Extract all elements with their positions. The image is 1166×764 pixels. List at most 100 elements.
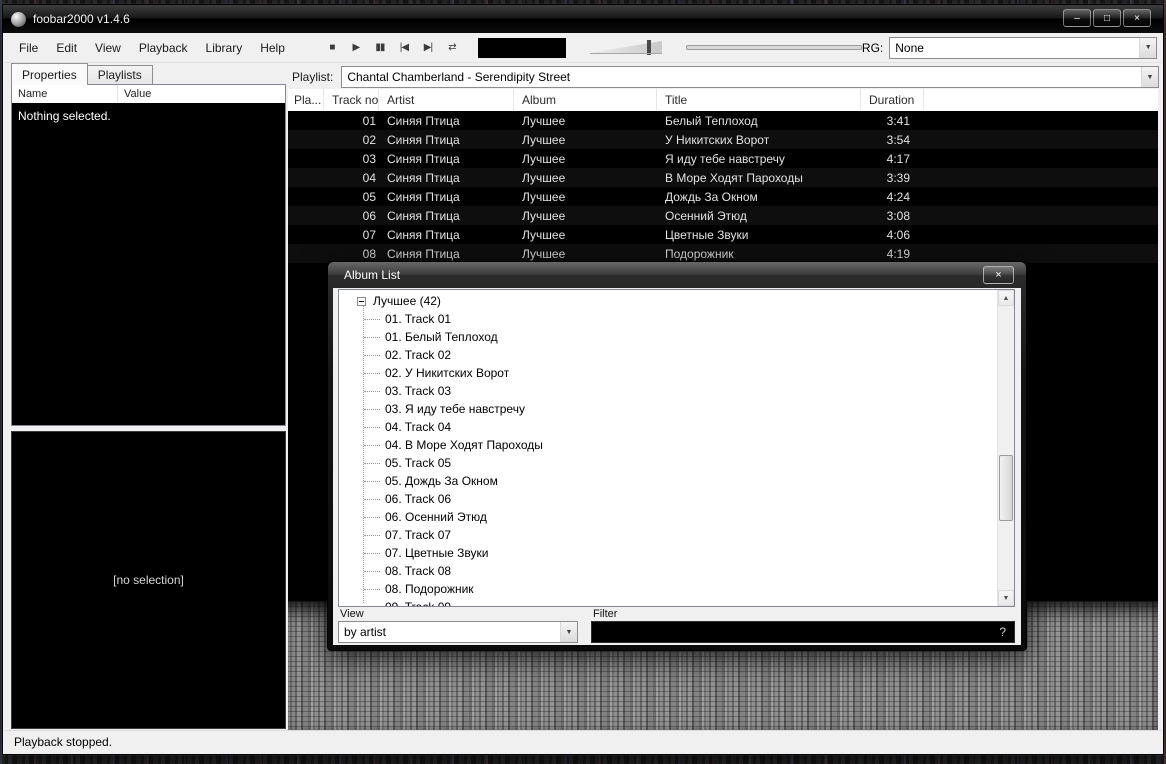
- transport-icon: ▮▮: [375, 42, 384, 53]
- volume-wedge-icon: [590, 41, 662, 54]
- menu-item[interactable]: File: [10, 37, 47, 59]
- tree-item[interactable]: 03. Track 03: [339, 382, 997, 400]
- maximize-button[interactable]: □: [1093, 9, 1121, 27]
- replaygain-group: RG: None ▼: [862, 37, 1157, 59]
- view-select[interactable]: by artist ▼: [338, 621, 578, 643]
- properties-empty-state: Nothing selected.: [12, 103, 285, 425]
- app-icon: [11, 12, 26, 27]
- tree-item[interactable]: 05. Track 05: [339, 454, 997, 472]
- chevron-down-icon: ▼: [1141, 67, 1158, 87]
- pause-button[interactable]: ▮▮: [368, 37, 392, 59]
- playlist-select[interactable]: Chantal Chamberland - Serendipity Street…: [341, 66, 1159, 88]
- column-header-playing[interactable]: Pla...: [288, 89, 324, 111]
- tree-item[interactable]: 02. Track 02: [339, 346, 997, 364]
- menu-item[interactable]: Edit: [47, 37, 86, 59]
- playlist-row[interactable]: 05 Синяя Птица Лучшее Дождь За Окном 4:2…: [288, 187, 1158, 206]
- tree-item[interactable]: 06. Осенний Этюд: [339, 508, 997, 526]
- tree-item[interactable]: 01. Белый Теплоход: [339, 328, 997, 346]
- selection-info-panel: [no selection]: [11, 431, 286, 729]
- filter-label: Filter: [591, 608, 1015, 620]
- rg-label: RG:: [862, 41, 883, 55]
- tree-node-album[interactable]: Лучшее (42): [339, 292, 997, 310]
- next-button[interactable]: ▶|: [416, 37, 440, 59]
- tree-item[interactable]: 04. Track 04: [339, 418, 997, 436]
- scroll-up-icon[interactable]: ▲: [998, 290, 1014, 306]
- playlist-row[interactable]: 01 Синяя Птица Лучшее Белый Теплоход 3:4…: [288, 111, 1158, 130]
- properties-header: Name Value: [12, 85, 285, 103]
- dialog-close-button[interactable]: ×: [983, 266, 1014, 284]
- playlist-row[interactable]: 07 Синяя Птица Лучшее Цветные Звуки 4:06: [288, 225, 1158, 244]
- album-list-dialog: Album List × Лучшее (42) 01. Track 01: [327, 261, 1027, 651]
- tree-items: 01. Track 01 01. Белый Теплоход 02. Trac…: [339, 310, 997, 606]
- tree-item[interactable]: 07. Track 07: [339, 526, 997, 544]
- tree-scrollbar[interactable]: ▲ ▼: [997, 290, 1014, 606]
- playlist-selector-bar: Playlist: Chantal Chamberland - Serendip…: [292, 66, 1159, 88]
- stop-button[interactable]: ■: [320, 37, 344, 59]
- volume-thumb[interactable]: [647, 40, 651, 55]
- playlist-row[interactable]: 03 Синяя Птица Лучшее Я иду тебе навстре…: [288, 149, 1158, 168]
- tree-item[interactable]: 01. Track 01: [339, 310, 997, 328]
- scrollbar-thumb[interactable]: [999, 455, 1013, 521]
- album-tree-panel: Лучшее (42) 01. Track 01 01. Белый Тепло…: [338, 289, 1015, 607]
- random-button[interactable]: ⇄: [440, 37, 464, 59]
- column-header-value: Value: [118, 85, 285, 103]
- scroll-down-icon[interactable]: ▼: [998, 590, 1014, 606]
- chevron-down-icon: ▼: [560, 622, 577, 642]
- transport-icon: ▶: [353, 42, 360, 53]
- volume-slider[interactable]: [590, 40, 662, 55]
- play-button[interactable]: ▶: [344, 37, 368, 59]
- close-button[interactable]: ×: [1123, 9, 1151, 27]
- seek-bar[interactable]: [686, 45, 862, 50]
- menu-toolbar: FileEditViewPlaybackLibraryHelp ■ ▶ ▮▮ |◀ ▶|…: [4, 33, 1162, 63]
- tab-properties[interactable]: Properties: [11, 63, 88, 85]
- minimize-button[interactable]: –: [1063, 9, 1091, 27]
- column-header-duration[interactable]: Duration: [861, 89, 924, 111]
- collapse-icon[interactable]: [357, 297, 366, 306]
- transport-icon: ⇄: [448, 42, 455, 53]
- filter-input[interactable]: ?: [591, 621, 1015, 643]
- playlist-label: Playlist:: [292, 70, 333, 84]
- tree-item[interactable]: 08. Подорожник: [339, 580, 997, 598]
- menu-bar: FileEditViewPlaybackLibraryHelp: [10, 33, 294, 62]
- playlist-row[interactable]: 04 Синяя Птица Лучшее В Море Ходят Парох…: [288, 168, 1158, 187]
- tab-playlists[interactable]: Playlists: [87, 65, 153, 84]
- transport-icon: ■: [329, 42, 334, 53]
- transport-icon: |◀: [400, 42, 408, 53]
- playlist-rows: 01 Синяя Птица Лучшее Белый Теплоход 3:4…: [288, 111, 1158, 263]
- column-header-name: Name: [12, 85, 118, 103]
- menu-item[interactable]: View: [86, 37, 130, 59]
- tree-item[interactable]: 02. У Никитских Ворот: [339, 364, 997, 382]
- tree-item[interactable]: 09. Track 09: [339, 598, 997, 606]
- column-header-trackno[interactable]: Track no: [324, 89, 379, 111]
- playlist-row[interactable]: 02 Синяя Птица Лучшее У Никитских Ворот …: [288, 130, 1158, 149]
- menu-item[interactable]: Playback: [130, 37, 197, 59]
- panel-tabs: PropertiesPlaylists: [9, 63, 286, 84]
- tree-item[interactable]: 06. Track 06: [339, 490, 997, 508]
- tree-item[interactable]: 05. Дождь За Окном: [339, 472, 997, 490]
- column-header-title[interactable]: Title: [657, 89, 861, 111]
- previous-button[interactable]: |◀: [392, 37, 416, 59]
- rg-select[interactable]: None ▼: [889, 37, 1157, 59]
- playlist-column-headers: Pla... Track no Artist Album Title Durat…: [288, 89, 1158, 111]
- column-header-artist[interactable]: Artist: [379, 89, 514, 111]
- chevron-down-icon: ▼: [1139, 38, 1156, 58]
- tree-item[interactable]: 08. Track 08: [339, 562, 997, 580]
- window-titlebar[interactable]: foobar2000 v1.4.6 – □ ×: [3, 5, 1163, 33]
- menu-item[interactable]: Help: [251, 37, 294, 59]
- playlist-row[interactable]: 06 Синяя Птица Лучшее Осенний Этюд 3:08: [288, 206, 1158, 225]
- dialog-titlebar[interactable]: Album List ×: [328, 262, 1026, 288]
- status-text: Playback stopped.: [14, 735, 112, 749]
- tree-item[interactable]: 03. Я иду тебе навстречу: [339, 400, 997, 418]
- menu-item[interactable]: Library: [197, 37, 252, 59]
- tree-item[interactable]: 04. В Море Ходят Пароходы: [339, 436, 997, 454]
- column-header-album[interactable]: Album: [514, 89, 657, 111]
- view-label: View: [338, 608, 578, 620]
- left-panel: PropertiesPlaylists Name Value Nothing s…: [9, 63, 286, 730]
- album-art-display: [478, 38, 566, 58]
- transport-controls: ■ ▶ ▮▮ |◀ ▶| ⇄: [320, 37, 464, 59]
- tree-item[interactable]: 07. Цветные Звуки: [339, 544, 997, 562]
- desktop-background: { "icons": { "dropdown": "▼", "scroll_up…: [0, 0, 1166, 764]
- filter-group: Filter ?: [591, 608, 1015, 643]
- window-controls: – □ ×: [1063, 9, 1151, 27]
- transport-icon: ▶|: [424, 42, 432, 53]
